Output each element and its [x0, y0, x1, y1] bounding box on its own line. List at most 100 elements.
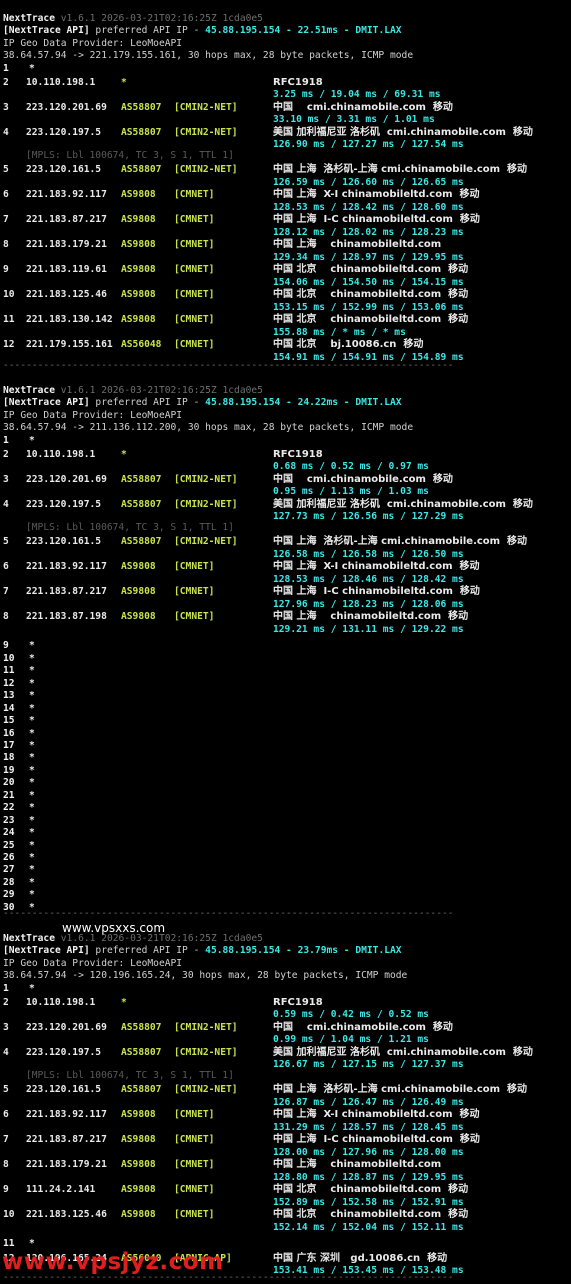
hop-number: 4	[3, 1047, 9, 1059]
hop-number: 1	[3, 62, 9, 74]
trace-summary: 38.64.57.94 -> 221.179.155.161, 30 hops …	[3, 50, 414, 62]
trace-summary: 38.64.57.94 -> 211.136.112.200, 30 hops …	[3, 422, 414, 434]
hop-ip: 223.120.197.5	[26, 127, 102, 139]
hop-number: 11	[3, 665, 15, 677]
hop-ip: 223.120.161.5	[26, 1084, 102, 1096]
hop-latency: 129.34 ms / 128.97 ms / 129.95 ms	[273, 251, 464, 263]
hop-number: 10	[3, 1209, 15, 1221]
hop-network: [CMNET]	[174, 1184, 215, 1196]
hop-timeout: 10 *	[3, 652, 35, 665]
hop-timeout: 14 *	[3, 702, 35, 715]
hop-ip: 221.183.179.21	[26, 239, 107, 251]
hop-asn: *	[121, 997, 127, 1009]
hop-timeout: 1 *	[3, 982, 35, 995]
hop-asn: AS58807	[121, 536, 162, 548]
hop-network: [CMIN2-NET]	[174, 127, 238, 139]
hop-network: [CMNET]	[174, 561, 215, 573]
hop-number: 28	[3, 876, 15, 888]
section-separator: ----------------------------------------…	[3, 360, 454, 371]
hop-latency: 152.89 ms / 152.58 ms / 152.91 ms	[273, 1196, 464, 1208]
api-prefix: [NextTrace API]	[3, 397, 90, 409]
hop-asn: AS58807	[121, 164, 162, 176]
geo-provider: IP Geo Data Provider: LeoMoeAPI	[3, 957, 183, 969]
hop-network: [CMIN2-NET]	[174, 1047, 238, 1059]
hop-number: 14	[3, 702, 15, 714]
hop-timeout: 11 *	[3, 665, 35, 677]
hop-number: 16	[3, 727, 15, 739]
hop-location: RFC1918	[273, 449, 323, 461]
hop-latency: 127.73 ms / 126.56 ms / 127.29 ms	[273, 511, 464, 523]
hop-asn: *	[121, 77, 127, 89]
hop-asn: AS9808	[121, 264, 156, 276]
api-text: preferred API IP -	[89, 945, 206, 957]
hop-network: [CMNET]	[174, 214, 215, 226]
hop-location: 中国 北京 chinamobileltd.com 移动	[273, 1184, 469, 1196]
hop-number: 5	[3, 536, 9, 548]
hop-location: 中国 北京 chinamobileltd.com 移动	[273, 289, 469, 301]
hop-network: [CMIN2-NET]	[174, 102, 238, 114]
hop-ip: 221.183.87.217	[26, 214, 107, 226]
hop-location: 中国 广东 深圳 gd.10086.cn 移动	[273, 1252, 448, 1264]
hop-timeout: 21 *	[3, 790, 35, 802]
hop-latency: 127.96 ms / 128.23 ms / 128.06 ms	[273, 598, 464, 610]
hop-number: 20	[3, 777, 15, 789]
hop-ip: 10.110.198.1	[26, 997, 96, 1009]
hop-number: 1	[3, 982, 9, 994]
hop-number: 11	[3, 314, 15, 326]
hop-number: 26	[3, 852, 15, 863]
hop-location: 中国 北京 chinamobileltd.com 移动	[273, 314, 469, 326]
hop-asn: AS58807	[121, 499, 162, 511]
api-prefix: [NextTrace API]	[3, 25, 90, 37]
hop-ip: 221.183.87.198	[26, 611, 107, 623]
hop-number: 10	[3, 652, 15, 664]
hop-asn: AS56048	[121, 339, 162, 351]
hop-number: 5	[3, 164, 9, 176]
hop-number: 2	[3, 449, 9, 461]
api-sep: -	[280, 397, 298, 409]
hop-location: 中国 cmi.chinamobile.com 移动	[273, 102, 453, 114]
hop-network: [CMNET]	[174, 611, 215, 623]
hop-star: *	[29, 864, 35, 876]
hop-location: 中国 cmi.chinamobile.com 移动	[273, 474, 453, 486]
hop-timeout: 22 *	[3, 802, 35, 814]
hop-network: [CMNET]	[174, 1159, 215, 1171]
hop-ip: 10.110.198.1	[26, 449, 96, 461]
watermark-bottom: www.vpsjyz.com	[2, 1249, 224, 1275]
hop-asn: AS58807	[121, 1047, 162, 1059]
hop-network: [CMIN2-NET]	[174, 536, 238, 548]
hop-star: *	[29, 434, 35, 446]
geo-provider: IP Geo Data Provider: LeoMoeAPI	[3, 37, 183, 49]
hop-location: 中国 上海 洛杉矶-上海 cmi.chinamobile.com 移动	[273, 536, 528, 548]
hop-number: 1	[3, 434, 9, 446]
hop-number: 6	[3, 561, 9, 573]
hop-number: 4	[3, 127, 9, 139]
hop-number: 19	[3, 764, 15, 776]
hop-timeout: 1 *	[3, 62, 35, 75]
hop-network: [CMNET]	[174, 189, 215, 201]
hop-star: *	[29, 652, 35, 664]
hop-network: [CMNET]	[174, 586, 215, 598]
hop-location: 中国 北京 chinamobileltd.com 移动	[273, 1209, 469, 1221]
hop-number: 12	[3, 339, 15, 351]
hop-latency: 0.68 ms / 0.52 ms / 0.97 ms	[273, 461, 429, 473]
hop-latency: 128.53 ms / 128.46 ms / 128.42 ms	[273, 573, 464, 585]
hop-latency: 131.29 ms / 128.57 ms / 128.45 ms	[273, 1121, 464, 1133]
hop-number: 10	[3, 289, 15, 301]
hop-ip: 111.24.2.141	[26, 1184, 96, 1196]
api-text: preferred API IP -	[89, 397, 206, 409]
hop-latency: 126.67 ms / 127.15 ms / 127.37 ms	[273, 1059, 464, 1071]
hop-star: *	[29, 715, 35, 727]
hop-star: *	[29, 827, 35, 839]
hop-latency: 0.95 ms / 1.13 ms / 1.03 ms	[273, 486, 429, 498]
hop-star: *	[29, 889, 35, 901]
hop-timeout: 12 *	[3, 678, 35, 690]
hop-latency: 33.10 ms / 3.31 ms / 1.01 ms	[273, 114, 435, 126]
hop-ip: 10.110.198.1	[26, 77, 96, 89]
hop-star: *	[29, 802, 35, 814]
hop-timeout: 24 *	[3, 827, 35, 839]
hop-location: RFC1918	[273, 997, 323, 1009]
hop-number: 7	[3, 1134, 9, 1146]
hop-ip: 221.183.130.142	[26, 314, 113, 326]
hop-network: [CMNET]	[174, 1134, 215, 1146]
tool-version: v1.6.1 2026-03-21T02:16:25Z 1cda0e5	[60, 385, 263, 396]
